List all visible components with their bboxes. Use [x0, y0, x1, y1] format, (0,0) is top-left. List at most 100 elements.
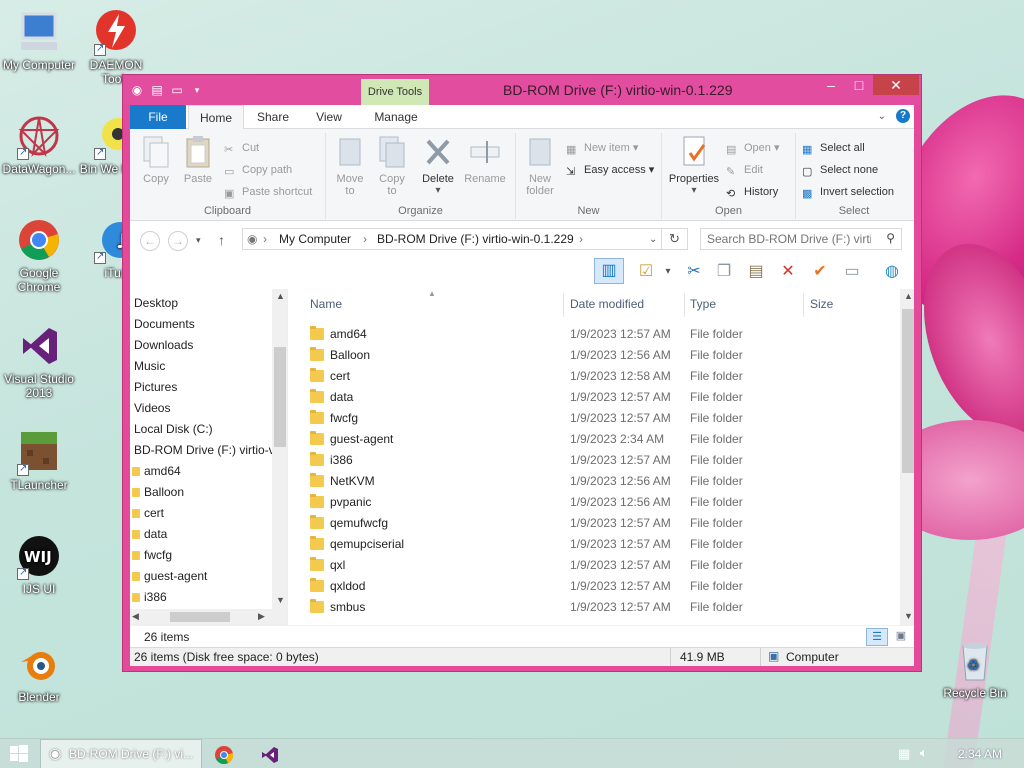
select-all-button[interactable]: ▦ Select all — [802, 139, 865, 157]
nav-vertical-scrollbar[interactable]: ▲ ▼ — [272, 289, 287, 625]
nav-item-videos[interactable]: Videos — [134, 398, 170, 419]
copy-button[interactable]: Copy — [136, 135, 176, 185]
tab-view[interactable]: View — [306, 105, 352, 129]
desktop-icon-datawagon[interactable]: DataWagon... — [0, 112, 78, 176]
forward-button[interactable]: → — [168, 231, 188, 251]
column-header-name[interactable]: Name — [310, 297, 342, 315]
delete-x-icon[interactable]: ✕ — [776, 260, 800, 284]
new-item-button[interactable]: ▦ New item ▾ — [566, 139, 638, 157]
history-button[interactable]: ⟲ History — [726, 183, 778, 201]
address-bar[interactable]: ◉ › My Computer › BD-ROM Drive (F:) virt… — [242, 228, 662, 250]
network-icon[interactable]: ▦ — [898, 746, 910, 762]
column-header-type[interactable]: Type — [690, 297, 716, 315]
move-to-button[interactable]: Move to — [330, 135, 370, 197]
file-row[interactable]: cert 1/9/2023 12:58 AM File folder — [290, 366, 898, 387]
scroll-up-icon[interactable]: ▲ — [904, 291, 913, 301]
file-row[interactable]: smbus 1/9/2023 12:57 AM File folder — [290, 597, 898, 618]
expand-ribbon-icon[interactable]: ⌄ — [878, 111, 886, 122]
copy-icon[interactable]: ❐ — [712, 260, 736, 284]
up-arrow-icon[interactable]: ↑ — [218, 232, 225, 248]
new-folder-quick-icon[interactable]: ▭ — [169, 82, 185, 98]
nav-item-pictures[interactable]: Pictures — [134, 377, 177, 398]
clipboard-icon[interactable]: ▤ — [744, 260, 768, 284]
scroll-up-icon[interactable]: ▲ — [276, 291, 285, 301]
globe-icon[interactable]: ◍ — [880, 260, 904, 284]
nav-folder-i386[interactable]: i386 — [132, 587, 167, 608]
new-folder-button[interactable]: New folder — [520, 135, 560, 197]
easy-access-button[interactable]: ⇲ Easy access ▾ — [566, 161, 654, 179]
tab-home[interactable]: Home — [188, 105, 244, 129]
scissors-icon[interactable]: ✂ — [682, 260, 706, 284]
nav-folder-fwcfg[interactable]: fwcfg — [132, 545, 172, 566]
tab-manage[interactable]: Manage — [364, 105, 428, 129]
desktop-icon-recycle-bin[interactable]: ♻ Recycle Bin — [936, 636, 1014, 700]
nav-item-music[interactable]: Music — [134, 356, 165, 377]
taskbar-explorer-task[interactable]: ◉ BD-ROM Drive (F:) vi... — [40, 739, 202, 768]
desktop-icon-chrome[interactable]: Google Chrome — [0, 216, 78, 294]
file-row[interactable]: i386 1/9/2023 12:57 AM File folder — [290, 450, 898, 471]
select-none-button[interactable]: ▢ Select none — [802, 161, 878, 179]
delete-dropdown-icon[interactable]: ▾ — [418, 185, 458, 197]
breadcrumb-drive[interactable]: BD-ROM Drive (F:) virtio-win-0.1.229 — [377, 232, 574, 246]
properties-button[interactable]: Properties ▾ — [666, 135, 722, 197]
file-row[interactable]: qemufwcfg 1/9/2023 12:57 AM File folder — [290, 513, 898, 534]
scrollbar-thumb[interactable] — [274, 347, 286, 447]
breadcrumb-separator-icon[interactable]: › — [263, 232, 267, 246]
desktop-icon-blender[interactable]: Blender — [0, 640, 78, 704]
preview-pane-icon[interactable]: ▥ — [594, 258, 624, 284]
details-view-icon[interactable]: ☰ — [866, 628, 888, 646]
scroll-down-icon[interactable]: ▼ — [276, 595, 285, 605]
checkmark-icon[interactable]: ✔ — [808, 260, 832, 284]
checkbox-folder-icon[interactable]: ☑ — [634, 260, 658, 284]
minimize-button[interactable]: – — [817, 75, 845, 95]
refresh-button[interactable]: ↻ — [662, 228, 688, 250]
nav-item-bd-rom[interactable]: BD-ROM Drive (F:) virtio-v — [134, 440, 275, 461]
nav-folder-data[interactable]: data — [132, 524, 167, 545]
nav-horizontal-scrollbar[interactable]: ◀ ▶ — [130, 609, 272, 625]
nav-folder-guest-agent[interactable]: guest-agent — [132, 566, 207, 587]
cut-button[interactable]: ✂ Cut — [224, 139, 259, 157]
file-row[interactable]: qxl 1/9/2023 12:57 AM File folder — [290, 555, 898, 576]
help-icon[interactable]: ? — [896, 109, 910, 123]
file-row[interactable]: amd64 1/9/2023 12:57 AM File folder — [290, 324, 898, 345]
search-box[interactable]: ⚲ — [700, 228, 902, 250]
delete-button[interactable]: Delete ▾ — [418, 135, 458, 197]
breadcrumb-separator-icon[interactable]: › — [579, 232, 583, 246]
desktop-icon-visual-studio[interactable]: Visual Studio 2013 — [0, 322, 78, 400]
column-separator[interactable] — [803, 293, 804, 317]
nav-item-desktop[interactable]: Desktop — [134, 293, 178, 314]
breadcrumb-separator-icon[interactable]: › — [363, 232, 367, 246]
column-separator[interactable] — [684, 293, 685, 317]
paste-button[interactable]: Paste — [178, 135, 218, 185]
column-header-date[interactable]: Date modified — [570, 297, 644, 315]
tab-share[interactable]: Share — [250, 105, 296, 129]
search-input[interactable] — [701, 229, 871, 249]
scroll-down-icon[interactable]: ▼ — [904, 611, 913, 621]
file-row[interactable]: qxldod 1/9/2023 12:57 AM File folder — [290, 576, 898, 597]
invert-selection-button[interactable]: ▩ Invert selection — [802, 183, 894, 201]
large-icons-view-icon[interactable]: ▣ — [892, 628, 910, 646]
title-bar[interactable]: ◉ ▤ ▭ ▾ Drive Tools BD-ROM Drive (F:) vi… — [123, 75, 921, 105]
rename-button[interactable]: Rename — [462, 135, 508, 185]
toolbar-dropdown-icon[interactable]: ▾ — [656, 260, 680, 284]
nav-item-downloads[interactable]: Downloads — [134, 335, 193, 356]
nav-item-documents[interactable]: Documents — [134, 314, 195, 335]
window-menu-icon[interactable]: ◉ — [129, 82, 145, 98]
column-header-size[interactable]: Size — [810, 297, 833, 315]
breadcrumb-my-computer[interactable]: My Computer — [279, 232, 351, 246]
taskbar-clock[interactable]: 2:34 AM — [958, 747, 1002, 761]
taskbar-visual-studio[interactable] — [260, 745, 280, 765]
nav-folder-amd64[interactable]: amd64 — [132, 461, 181, 482]
open-button[interactable]: ▤ Open ▾ — [726, 139, 780, 157]
address-dropdown-icon[interactable]: ⌄ — [649, 234, 657, 245]
copy-path-button[interactable]: ▭ Copy path — [224, 161, 292, 179]
scroll-right-icon[interactable]: ▶ — [258, 611, 265, 622]
back-button[interactable]: ← — [140, 231, 160, 251]
paste-shortcut-button[interactable]: ▣ Paste shortcut — [224, 183, 312, 201]
file-row[interactable]: Balloon 1/9/2023 12:56 AM File folder — [290, 345, 898, 366]
tab-file[interactable]: File — [130, 105, 186, 129]
desktop-icon-tlauncher[interactable]: TLauncher — [0, 428, 78, 492]
properties-dropdown-icon[interactable]: ▾ — [666, 185, 722, 197]
edit-button[interactable]: ✎ Edit — [726, 161, 763, 179]
file-row[interactable]: data 1/9/2023 12:57 AM File folder — [290, 387, 898, 408]
